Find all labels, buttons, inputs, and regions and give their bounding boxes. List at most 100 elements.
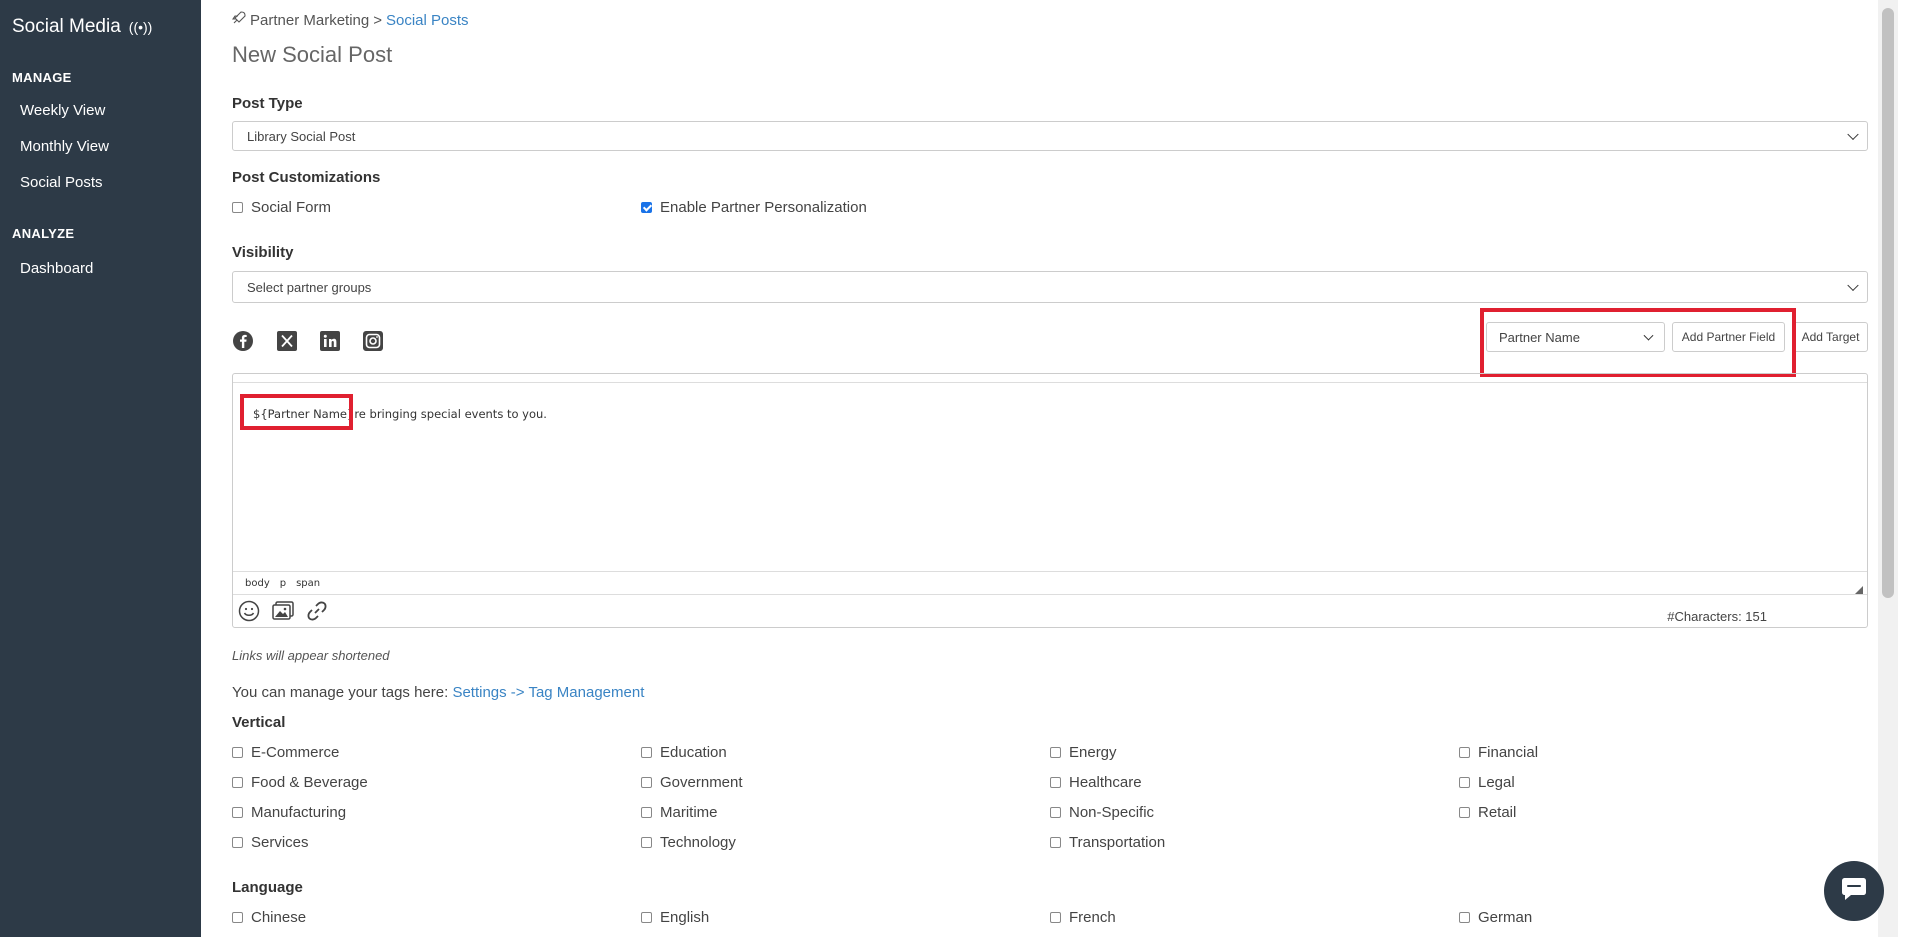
vertical-option-label: Education <box>660 744 727 761</box>
vertical-option-label: Energy <box>1069 744 1117 761</box>
social-form-label: Social Form <box>251 199 332 216</box>
chevron-down-icon <box>1847 279 1859 292</box>
linkedin-icon[interactable] <box>319 330 341 352</box>
vertical-option: Maritime <box>641 804 718 821</box>
vertical-checkbox[interactable] <box>1050 777 1061 788</box>
vertical-checkbox[interactable] <box>1050 837 1061 848</box>
vertical-option: Services <box>232 834 309 851</box>
vertical-option-label: Healthcare <box>1069 774 1142 791</box>
vertical-option-label: Transportation <box>1069 834 1166 851</box>
sidebar-item-weekly-view[interactable]: Weekly View <box>20 102 105 119</box>
language-checkbox[interactable] <box>232 912 243 923</box>
language-option: English <box>641 909 709 926</box>
sidebar-title: Social Media ((•)) <box>12 16 152 38</box>
scrollbar-thumb[interactable] <box>1882 8 1894 598</box>
language-option: French <box>1050 909 1116 926</box>
visibility-label: Visibility <box>232 244 294 261</box>
vertical-label: Vertical <box>232 714 286 731</box>
vertical-option: Healthcare <box>1050 774 1142 791</box>
vertical-checkbox[interactable] <box>232 837 243 848</box>
vertical-option-label: Legal <box>1478 774 1515 791</box>
language-option-label: English <box>660 909 710 926</box>
sidebar-item-dashboard[interactable]: Dashboard <box>20 260 93 277</box>
vertical-checkbox[interactable] <box>232 807 243 818</box>
partner-personalization-checkbox[interactable] <box>641 202 652 213</box>
highlight-partner-field-controls <box>1480 308 1796 377</box>
vertical-option: Energy <box>1050 744 1117 761</box>
sidebar-item-social-posts[interactable]: Social Posts <box>20 174 103 191</box>
status-path-span[interactable]: span <box>296 578 320 589</box>
editor-toolbar <box>233 374 1867 383</box>
vertical-option: Manufacturing <box>232 804 346 821</box>
vertical-option-label: Food & Beverage <box>251 774 368 791</box>
vertical-checkbox[interactable] <box>1050 747 1061 758</box>
language-option-label: German <box>1478 909 1533 926</box>
page-scrollbar[interactable] <box>1878 0 1898 937</box>
vertical-option: Legal <box>1459 774 1515 791</box>
vertical-checkbox[interactable] <box>1050 807 1061 818</box>
vertical-checkbox[interactable] <box>1459 807 1470 818</box>
language-option: German <box>1459 909 1532 926</box>
vertical-option-label: Non-Specific <box>1069 804 1155 821</box>
chat-button[interactable] <box>1824 861 1884 921</box>
link-icon[interactable] <box>305 599 329 623</box>
language-label: Language <box>232 879 303 896</box>
breadcrumb: Partner Marketing > Social Posts <box>231 11 469 29</box>
visibility-select[interactable]: Select partner groups <box>232 271 1868 303</box>
editor-text: re bringing special events to you. <box>354 407 547 421</box>
language-option-label: French <box>1069 909 1116 926</box>
vertical-option: Non-Specific <box>1050 804 1154 821</box>
status-path-p[interactable]: p <box>280 578 286 589</box>
resize-handle-icon[interactable] <box>1855 586 1863 594</box>
sidebar: Social Media ((•)) MANAGE Weekly View Mo… <box>0 0 201 937</box>
page-title: New Social Post <box>232 42 393 67</box>
image-icon[interactable] <box>271 599 295 623</box>
breadcrumb-current[interactable]: Social Posts <box>386 12 469 29</box>
vertical-option: Financial <box>1459 744 1538 761</box>
tag-management-link[interactable]: Settings -> Tag Management <box>452 684 644 701</box>
vertical-option: Government <box>641 774 743 791</box>
analyze-heading: ANALYZE <box>12 226 75 241</box>
x-twitter-icon[interactable] <box>276 330 298 352</box>
instagram-icon[interactable] <box>362 330 384 352</box>
partner-personalization-option: Enable Partner Personalization <box>641 199 867 216</box>
editor-status-bar: body p span <box>233 571 1867 595</box>
vertical-option-label: Financial <box>1478 744 1539 761</box>
chat-bubble-icon <box>1839 875 1869 908</box>
vertical-checkbox[interactable] <box>1459 777 1470 788</box>
social-form-checkbox[interactable] <box>232 202 243 213</box>
facebook-icon[interactable] <box>232 330 254 352</box>
sidebar-item-monthly-view[interactable]: Monthly View <box>20 138 109 155</box>
highlight-partner-token <box>240 394 353 430</box>
vertical-checkbox[interactable] <box>641 837 652 848</box>
language-checkbox[interactable] <box>1050 912 1061 923</box>
post-type-select[interactable]: Library Social Post <box>232 121 1868 151</box>
language-checkbox[interactable] <box>641 912 652 923</box>
breadcrumb-separator: > <box>373 11 382 29</box>
vertical-option-label: Technology <box>660 834 736 851</box>
partner-personalization-label: Enable Partner Personalization <box>660 199 867 216</box>
vertical-option-label: Maritime <box>660 804 718 821</box>
vertical-checkbox[interactable] <box>641 807 652 818</box>
vertical-checkbox[interactable] <box>1459 747 1470 758</box>
post-customizations-label: Post Customizations <box>232 169 381 186</box>
vertical-checkbox[interactable] <box>641 747 652 758</box>
manage-heading: MANAGE <box>12 70 72 85</box>
editor-tools <box>237 599 329 623</box>
language-checkbox[interactable] <box>1459 912 1470 923</box>
vertical-checkbox[interactable] <box>232 747 243 758</box>
add-target-button[interactable]: Add Target <box>1793 322 1868 352</box>
visibility-placeholder: Select partner groups <box>247 279 372 295</box>
rocket-icon <box>231 11 246 29</box>
character-count: #Characters: 151 <box>1667 609 1767 624</box>
vertical-option-label: Retail <box>1478 804 1517 821</box>
emoji-icon[interactable] <box>237 599 261 623</box>
breadcrumb-parent[interactable]: Partner Marketing <box>250 12 369 29</box>
post-editor[interactable]: ${Partner Name}re bringing special event… <box>232 373 1868 628</box>
vertical-option-label: Services <box>251 834 309 851</box>
links-shortened-note: Links will appear shortened <box>232 648 390 663</box>
vertical-checkbox[interactable] <box>232 777 243 788</box>
social-form-option: Social Form <box>232 199 331 216</box>
vertical-checkbox[interactable] <box>641 777 652 788</box>
status-path-body[interactable]: body <box>245 578 270 589</box>
